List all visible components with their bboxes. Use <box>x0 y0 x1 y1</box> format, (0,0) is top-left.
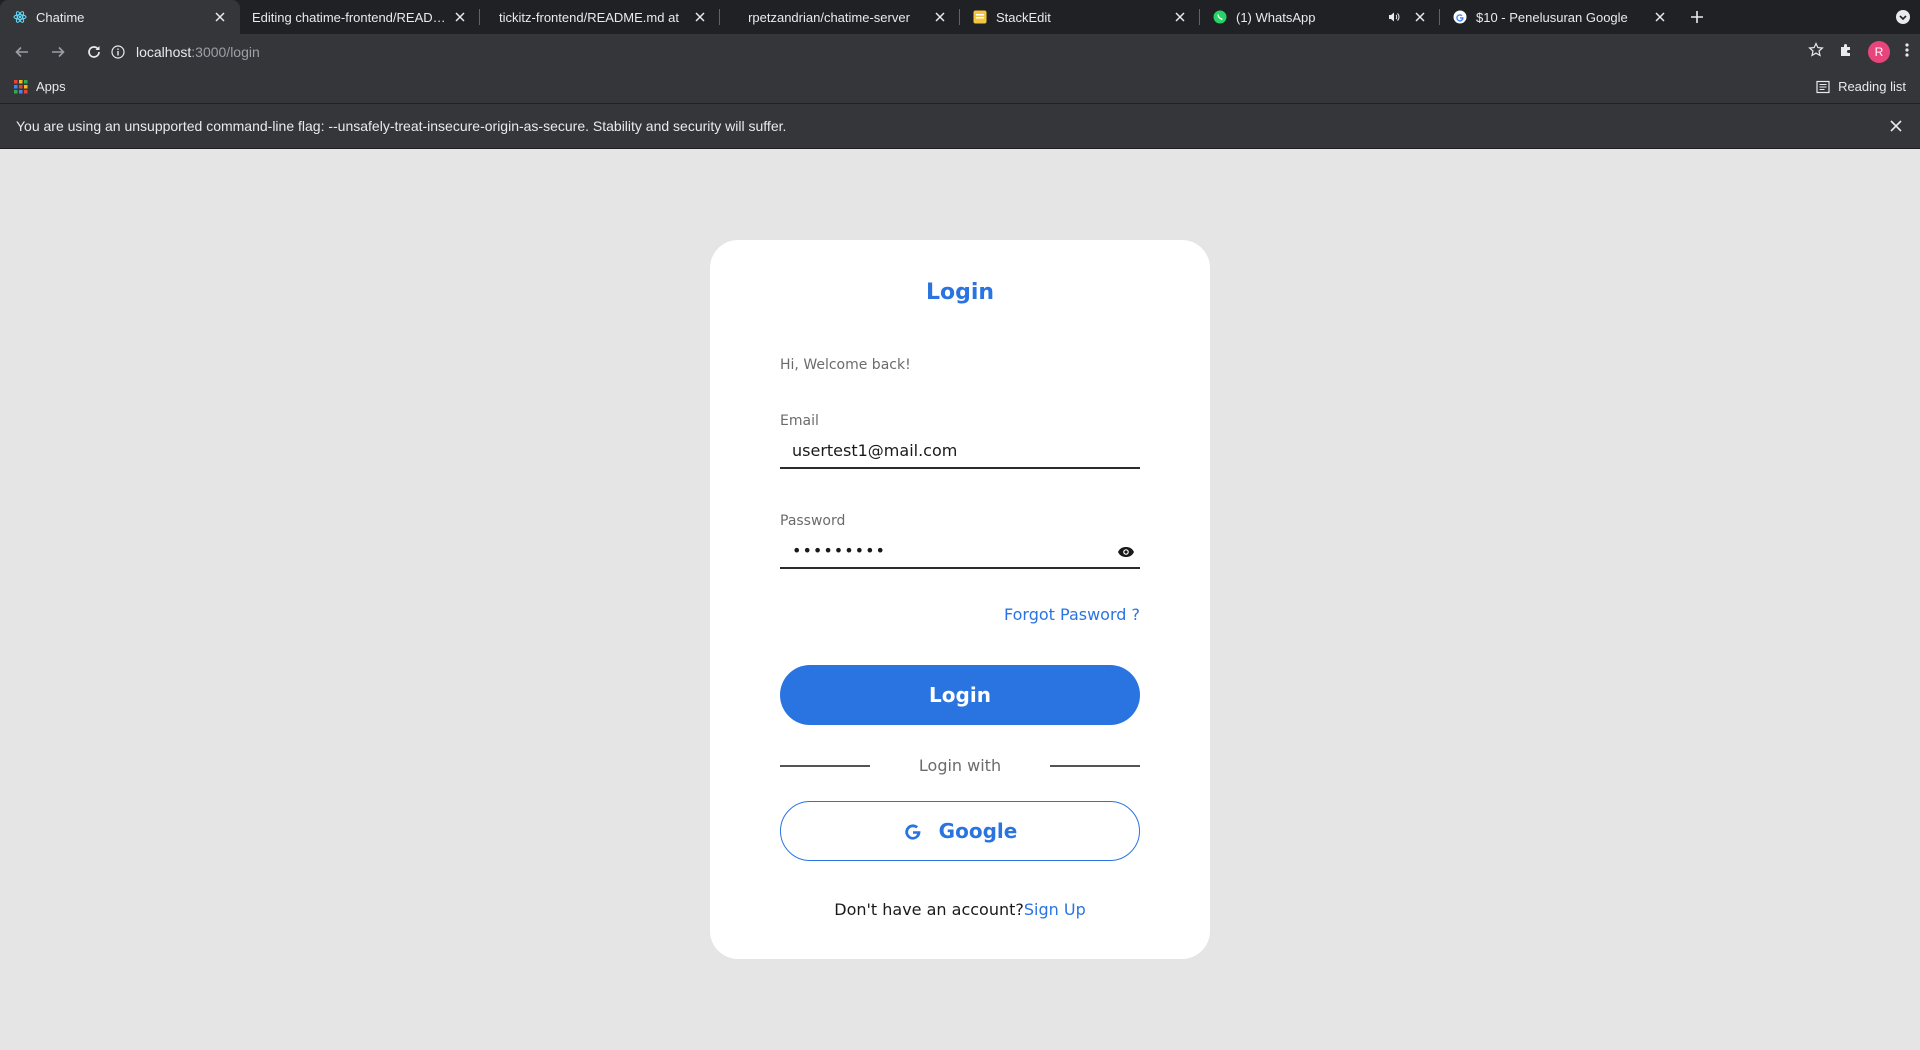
toolbar-actions: R <box>1808 38 1910 66</box>
close-icon[interactable] <box>692 9 708 25</box>
address-bar[interactable]: localhost:3000/login <box>110 38 1770 66</box>
arrow-right-icon <box>52 46 65 58</box>
google-button-label: Google <box>938 819 1018 843</box>
back-button[interactable] <box>8 38 36 66</box>
url-path: :3000/login <box>191 44 260 60</box>
tab-title: rpetzandrian/chatime-server <box>748 9 910 25</box>
tab-title: (1) WhatsApp <box>1236 9 1316 25</box>
page-background: Login Hi, Welcome back! Email usertest1@… <box>0 149 1920 1050</box>
forward-button[interactable] <box>44 38 72 66</box>
infobar-text: You are using an unsupported command-lin… <box>16 118 787 134</box>
close-icon[interactable] <box>1888 118 1904 134</box>
login-button[interactable]: Login <box>780 665 1140 725</box>
signup-link[interactable]: Sign Up <box>1024 900 1086 919</box>
close-icon[interactable] <box>932 9 948 25</box>
star-icon[interactable] <box>1808 41 1824 63</box>
tab-title: StackEdit <box>996 9 1051 25</box>
bookmark-apps-label: Apps <box>36 79 66 94</box>
bookmarks-bar: Apps Reading list <box>0 70 1920 104</box>
password-label: Password <box>780 513 846 529</box>
warning-infobar: You are using an unsupported command-lin… <box>0 104 1920 149</box>
google-g-icon <box>904 824 921 840</box>
eye-icon[interactable] <box>1116 545 1136 559</box>
page-title: Login <box>925 280 995 305</box>
tab-title: Editing chatime-frontend/README <box>252 9 446 25</box>
apps-grid-icon <box>14 79 28 93</box>
browser-toolbar: localhost:3000/login R <box>0 34 1920 70</box>
google-login-button[interactable]: Google <box>780 801 1140 861</box>
google-icon <box>1452 9 1468 25</box>
url-host: localhost <box>136 44 192 60</box>
tab-title: $10 - Penelusuran Google <box>1476 9 1628 25</box>
tab-whatsapp[interactable]: (1) WhatsApp <box>1200 0 1440 34</box>
reload-button[interactable] <box>80 38 108 66</box>
email-label: Email <box>780 413 819 429</box>
reading-list-button[interactable]: Reading list <box>1816 79 1906 94</box>
forgot-password-link[interactable]: Forgot Pasword ? <box>1004 605 1140 624</box>
close-icon[interactable] <box>1172 9 1188 25</box>
tab-strip: Chatime Editing chatime-frontend/README … <box>0 0 1920 34</box>
info-icon[interactable] <box>110 44 126 60</box>
tab-chatime[interactable]: Chatime <box>0 0 240 34</box>
extensions-icon[interactable] <box>1838 42 1854 63</box>
plus-icon <box>1691 11 1703 23</box>
chevron-down-icon <box>1896 10 1910 24</box>
password-field[interactable]: ••••••••• <box>780 533 1140 569</box>
email-field[interactable]: usertest1@mail.com <box>780 433 1140 469</box>
login-card: Login Hi, Welcome back! Email usertest1@… <box>710 240 1210 959</box>
signup-row: Don't have an account?Sign Up <box>710 900 1210 919</box>
bookmark-apps[interactable]: Apps <box>14 79 66 94</box>
signup-prompt: Don't have an account? <box>834 900 1024 919</box>
tab-title: Chatime <box>36 9 85 25</box>
close-icon[interactable] <box>212 9 228 25</box>
stackedit-icon <box>972 9 988 25</box>
divider-right <box>1050 765 1140 767</box>
tab-search-button[interactable] <box>1894 8 1912 26</box>
whatsapp-icon <box>1212 9 1228 25</box>
close-icon[interactable] <box>1412 9 1428 25</box>
reading-list-label: Reading list <box>1838 79 1906 94</box>
close-icon[interactable] <box>1652 9 1668 25</box>
speaker-icon[interactable] <box>1386 9 1402 25</box>
new-tab-button[interactable] <box>1680 0 1714 34</box>
close-icon[interactable] <box>452 9 468 25</box>
tab-title: tickitz-frontend/README.md at <box>499 9 679 25</box>
avatar[interactable]: R <box>1868 41 1890 63</box>
tab-tickitz-readme[interactable]: tickitz-frontend/README.md at <box>480 0 720 34</box>
tab-editing-readme[interactable]: Editing chatime-frontend/README <box>240 0 480 34</box>
reload-icon <box>88 46 100 58</box>
react-icon <box>12 9 28 25</box>
kebab-menu-icon[interactable] <box>1904 42 1910 63</box>
welcome-text: Hi, Welcome back! <box>780 357 911 373</box>
tab-stackedit[interactable]: StackEdit <box>960 0 1200 34</box>
tab-chatime-server[interactable]: rpetzandrian/chatime-server <box>720 0 960 34</box>
tab-google-search[interactable]: $10 - Penelusuran Google <box>1440 0 1680 34</box>
arrow-left-icon <box>15 46 28 58</box>
reading-list-icon <box>1816 80 1830 93</box>
